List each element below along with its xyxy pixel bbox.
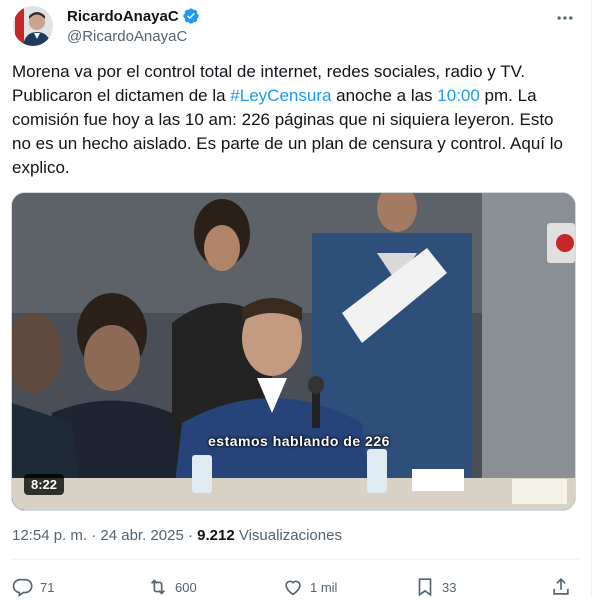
tweet-meta: 12:54 p. m. · 24 abr. 2025 · 9.212 Visua… <box>12 527 342 544</box>
repost-count: 600 <box>175 579 197 595</box>
bookmark-count: 33 <box>442 579 457 595</box>
bookmark-button[interactable]: 33 <box>414 576 456 598</box>
views-label: Visualizaciones <box>234 527 342 544</box>
divider <box>12 559 579 560</box>
like-button[interactable]: 1 mil <box>282 576 337 598</box>
more-button[interactable] <box>551 4 579 32</box>
tweet-text-part-2: anoche a las <box>331 86 438 105</box>
like-count: 1 mil <box>310 579 338 595</box>
reply-icon <box>12 578 33 598</box>
post-timestamp[interactable]: 12:54 p. m. · 24 abr. 2025 · <box>12 527 197 544</box>
repost-icon <box>150 579 166 595</box>
time-link[interactable]: 10:00 <box>437 86 480 105</box>
handle[interactable]: @RicardoAnayaC <box>67 28 187 45</box>
verified-badge-icon <box>183 8 199 24</box>
avatar[interactable] <box>13 6 53 46</box>
share-button[interactable] <box>550 576 572 598</box>
more-icon <box>557 16 573 20</box>
name-row: RicardoAnayaC <box>67 7 200 25</box>
reply-count: 71 <box>40 579 55 595</box>
hashtag-link[interactable]: #LeyCensura <box>230 86 331 105</box>
video-duration: 8:22 <box>24 474 65 495</box>
avatar-illustration <box>13 6 53 46</box>
display-name[interactable]: RicardoAnayaC <box>67 8 179 25</box>
video-frame <box>12 193 575 510</box>
video-player[interactable]: estamos hablando de 226 8:22 <box>11 192 576 511</box>
reply-button[interactable]: 71 <box>12 576 54 598</box>
tweet-text: Morena va por el control total de intern… <box>12 60 572 180</box>
share-icon <box>553 578 569 595</box>
video-caption: estamos hablando de 226 <box>208 433 390 449</box>
bookmark-icon <box>418 578 432 597</box>
repost-button[interactable]: 600 <box>147 576 197 598</box>
views-count: 9.212 <box>197 527 235 544</box>
tweet-header: RicardoAnayaC @RicardoAnayaC <box>13 4 579 48</box>
like-icon <box>285 580 301 596</box>
action-bar: 71 600 1 mil 33 <box>12 576 574 600</box>
tweet-card: RicardoAnayaC @RicardoAnayaC Morena va p… <box>0 0 592 600</box>
